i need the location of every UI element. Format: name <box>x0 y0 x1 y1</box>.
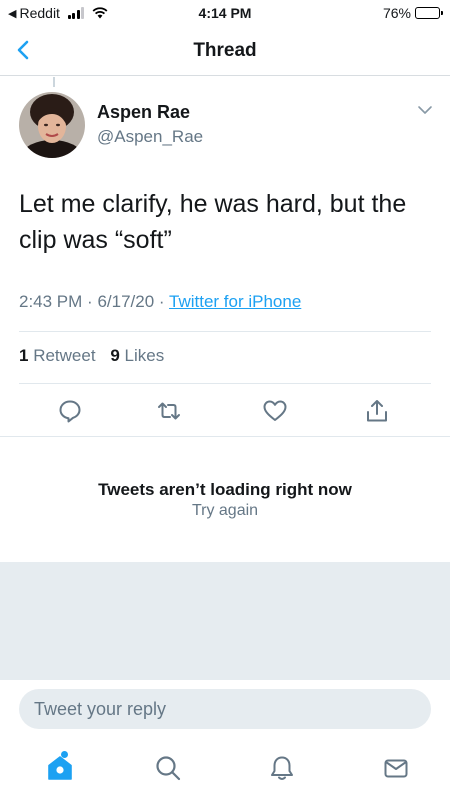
avatar-image <box>19 92 85 158</box>
chevron-down-icon[interactable] <box>416 104 434 116</box>
thread-connector <box>53 77 55 87</box>
tweet-date: 6/17/20 <box>97 292 155 311</box>
retweet-label: Retweet <box>33 346 96 365</box>
like-label: Likes <box>124 346 165 365</box>
empty-gray-area <box>0 562 450 680</box>
divider <box>19 383 431 384</box>
reply-input[interactable] <box>19 689 431 729</box>
tab-bar <box>0 742 450 801</box>
page-title: Thread <box>193 40 257 61</box>
battery-status: 76% <box>382 5 443 21</box>
retweet-icon[interactable] <box>156 398 182 424</box>
meta-separator-2: · <box>158 292 165 311</box>
share-icon[interactable] <box>364 398 390 424</box>
reply-bar <box>0 680 450 729</box>
retweet-count: 1 <box>19 346 29 365</box>
error-title: Tweets aren’t loading right now <box>98 480 352 499</box>
status-bar: ◀ Reddit 4:14 PM 76% <box>0 0 450 26</box>
try-again-button[interactable]: Try again <box>0 502 450 520</box>
tweet-stats: 1 Retweet 9 Likes <box>19 346 164 366</box>
like-icon[interactable] <box>262 398 288 424</box>
likes-stat[interactable]: 9 Likes <box>110 346 164 365</box>
notification-dot <box>61 751 68 758</box>
battery-icon <box>415 7 443 19</box>
user-handle[interactable]: @Aspen_Rae <box>97 127 203 147</box>
retweets-stat[interactable]: 1 Retweet <box>19 346 96 365</box>
like-count: 9 <box>110 346 120 365</box>
nav-bar: Thread <box>0 26 450 76</box>
tweet-time: 2:43 PM <box>19 292 83 311</box>
tweet-text: Let me clarify, he was hard, but the cli… <box>19 190 407 254</box>
divider <box>0 436 450 437</box>
bell-icon[interactable] <box>268 754 296 782</box>
reply-icon[interactable] <box>57 398 83 424</box>
battery-percent: 76% <box>382 5 411 21</box>
tweet-actions <box>0 398 450 428</box>
search-icon[interactable] <box>154 754 182 782</box>
tweet-source-link[interactable]: Twitter for iPhone <box>169 292 301 311</box>
divider <box>19 331 431 332</box>
meta-separator: · <box>87 292 93 311</box>
mail-icon[interactable] <box>382 754 410 782</box>
tweet-meta: 2:43 PM · 6/17/20 · Twitter for iPhone <box>19 292 301 312</box>
avatar[interactable] <box>19 92 85 158</box>
home-icon[interactable] <box>46 754 74 782</box>
display-name[interactable]: Aspen Rae <box>97 102 190 123</box>
